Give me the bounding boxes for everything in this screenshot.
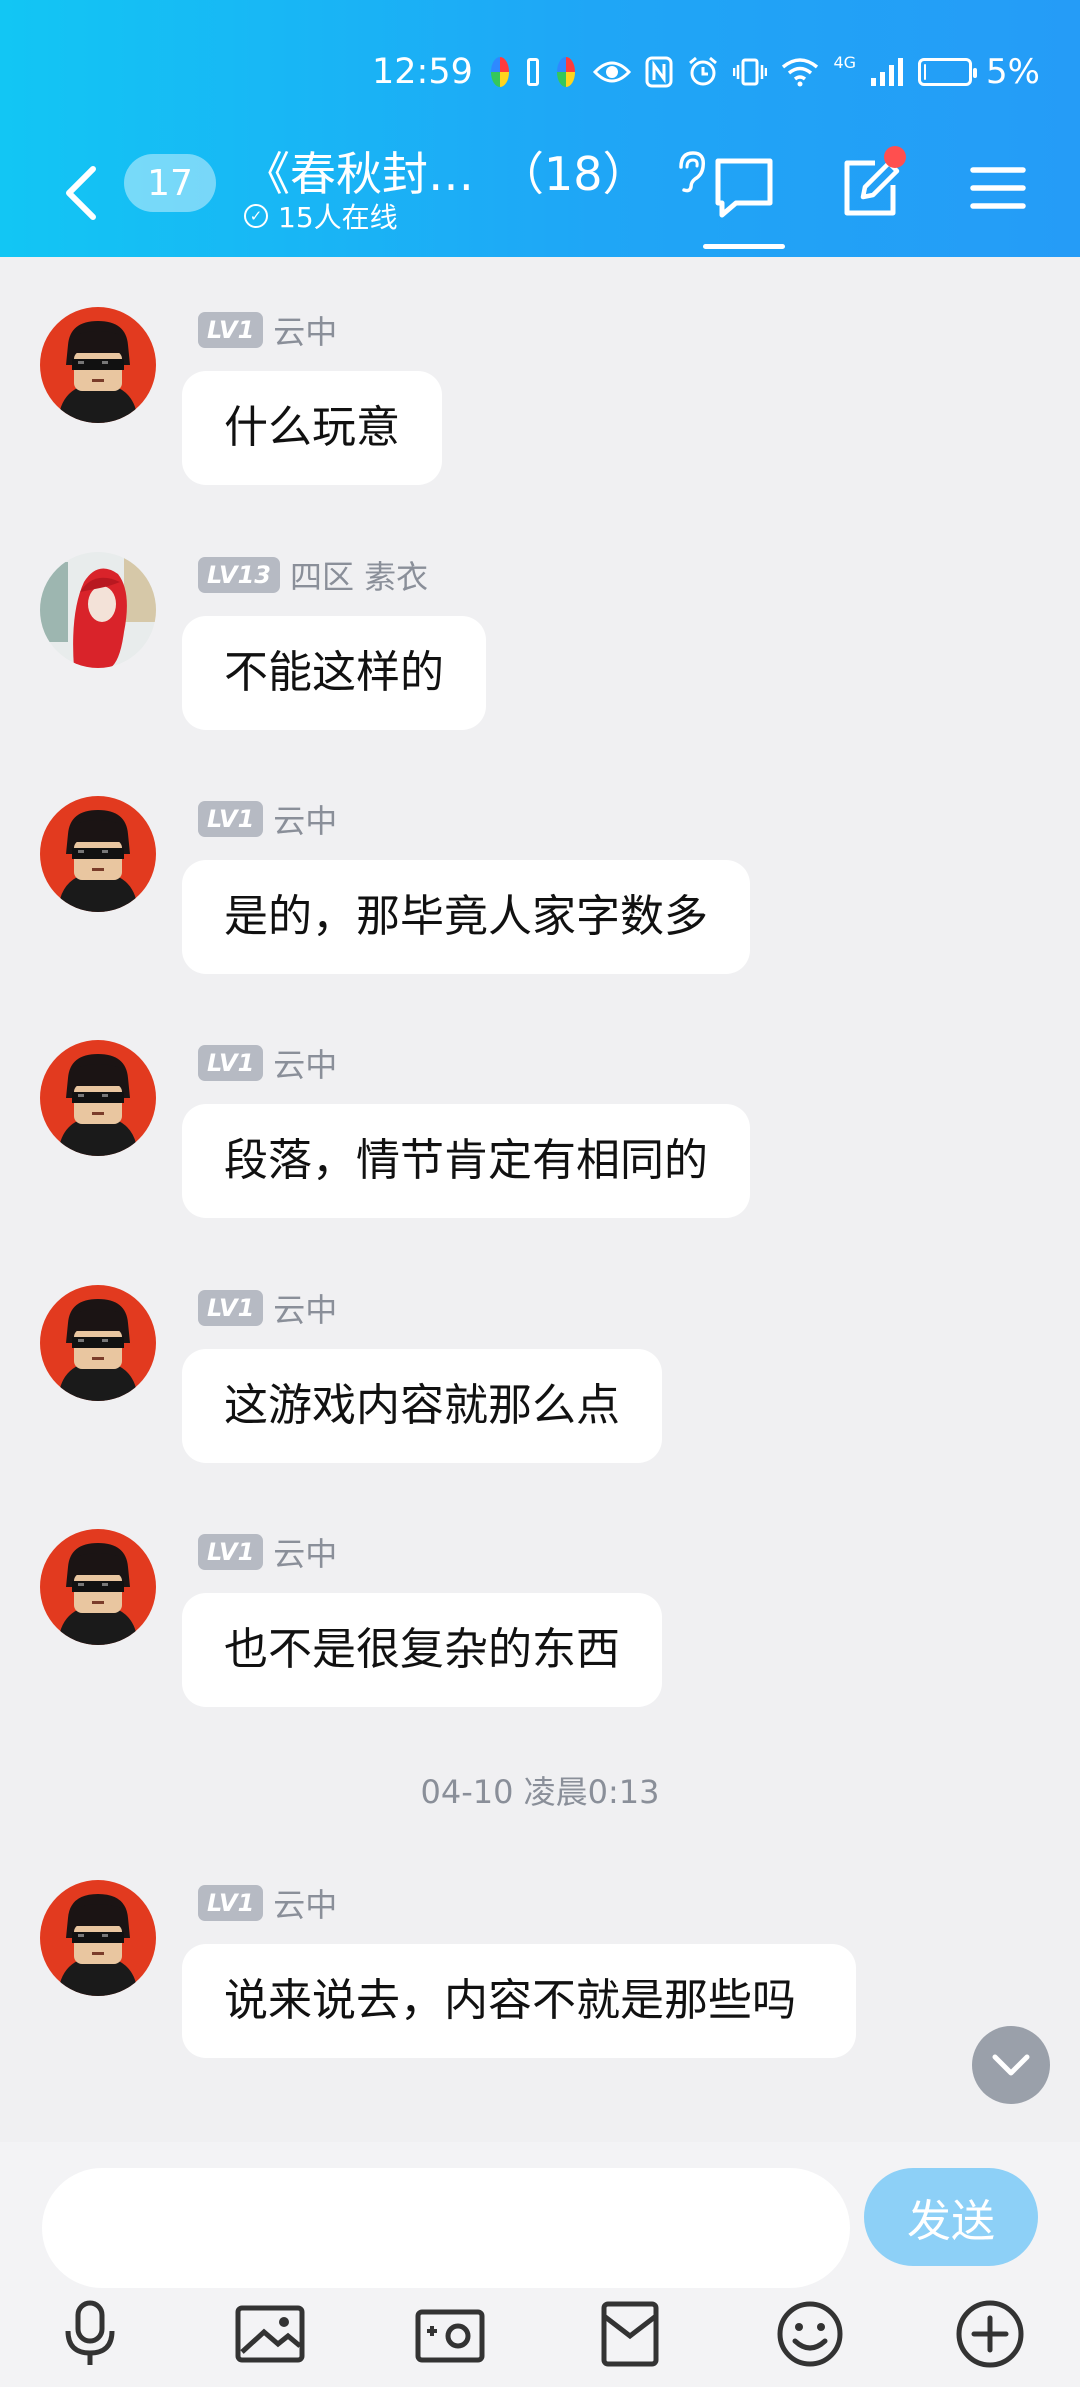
network-type: 4G [833, 52, 857, 72]
level-badge: LV1 [198, 1290, 264, 1326]
app-notification-icon-2 [557, 57, 576, 87]
message-bubble[interactable]: 不能这样的 [182, 616, 486, 730]
camera-button[interactable] [410, 2294, 490, 2374]
back-button[interactable] [56, 158, 106, 228]
battery-icon [918, 58, 978, 86]
group-name: 《春秋封… [244, 147, 474, 201]
avatar-pixel-sunglasses [40, 307, 156, 423]
avatar-pixel-sunglasses [40, 1040, 156, 1156]
level-badge: LV1 [198, 1534, 264, 1570]
avatar[interactable] [40, 1529, 156, 1645]
message-bubble[interactable]: 段落，情节肯定有相同的 [182, 1104, 750, 1218]
online-status: ✓ 15人在线 [244, 196, 398, 236]
avatar-pixel-sunglasses [40, 1880, 156, 1996]
eye-icon [593, 61, 632, 83]
message-input[interactable] [42, 2168, 850, 2288]
alarm-icon [689, 56, 718, 86]
plus-icon [956, 2300, 1024, 2368]
notification-dot [884, 146, 906, 168]
avatar-pixel-sunglasses [40, 796, 156, 912]
emoji-icon [777, 2301, 843, 2367]
emoji-button[interactable] [770, 2294, 850, 2374]
composer-area: 发送 [0, 2142, 1080, 2387]
wifi-icon [782, 58, 819, 87]
message-list[interactable]: LV1 云中 什么玩意 LV13 四区 素衣 不能这样的 LV1 云中 是的，那毕竟人家字数多 L… [0, 257, 1080, 2142]
status-bar: 12:59 4G 5% [372, 48, 1040, 96]
sender-name[interactable]: 云中 [273, 1040, 337, 1086]
more-button[interactable] [950, 2294, 1030, 2374]
image-icon [235, 2305, 305, 2363]
microphone-icon [65, 2300, 115, 2365]
level-badge: LV1 [198, 1045, 264, 1081]
battery-percent: 5% [986, 52, 1040, 92]
send-button[interactable]: 发送 [864, 2168, 1038, 2266]
active-tab-indicator [703, 244, 785, 249]
avatar[interactable] [40, 307, 156, 423]
member-count: （18） [498, 147, 649, 201]
avatar[interactable] [40, 1880, 156, 1996]
app-notification-icon [490, 57, 510, 87]
level-badge: LV1 [198, 801, 264, 837]
avatar[interactable] [40, 1285, 156, 1401]
chat-tab-button[interactable] [708, 152, 780, 224]
chevron-down-icon [992, 2054, 1030, 2076]
avatar-pixel-sunglasses [40, 1285, 156, 1401]
group-title[interactable]: 《春秋封… （18） [244, 138, 707, 204]
avatar[interactable] [40, 796, 156, 912]
online-count: 15人在线 [278, 201, 398, 234]
sender-info: LV1 云中 [198, 1529, 337, 1575]
ear-icon [678, 151, 705, 193]
chat-header: 12:59 4G 5% 17 《春秋封… （18） ✓ 15人在线 [0, 0, 1080, 257]
check-circle-icon: ✓ [244, 204, 268, 228]
battery-saver-icon [527, 58, 540, 86]
scroll-to-bottom-button[interactable] [972, 2026, 1050, 2104]
sender-name[interactable]: 云中 [273, 1529, 337, 1575]
signal-icon [871, 58, 904, 86]
sender-info: LV1 云中 [198, 796, 337, 842]
sender-name[interactable]: 云中 [273, 1285, 337, 1331]
level-badge: LV1 [198, 1885, 264, 1921]
sender-name[interactable]: 云中 [273, 796, 337, 842]
vibrate-icon [733, 58, 768, 86]
message-bubble[interactable]: 是的，那毕竟人家字数多 [182, 860, 750, 974]
message-bubble[interactable]: 这游戏内容就那么点 [182, 1349, 662, 1463]
avatar-red-hair [40, 552, 156, 668]
sender-info: LV1 云中 [198, 1040, 337, 1086]
sender-info: LV1 云中 [198, 307, 337, 353]
chevron-left-icon [66, 166, 96, 220]
input-toolbar [0, 2292, 1080, 2382]
sender-name[interactable]: 云中 [273, 1880, 337, 1926]
message-bubble[interactable]: 什么玩意 [182, 371, 442, 485]
menu-button[interactable] [962, 152, 1034, 224]
sender-name[interactable]: 四区 素衣 [290, 552, 428, 598]
sender-info: LV13 四区 素衣 [198, 552, 428, 598]
nav-row: 17 《春秋封… （18） ✓ 15人在线 [0, 138, 1080, 249]
sender-info: LV1 云中 [198, 1285, 337, 1331]
sender-name[interactable]: 云中 [273, 307, 337, 353]
level-badge: LV13 [198, 557, 280, 593]
camera-icon [415, 2309, 485, 2363]
avatar-pixel-sunglasses [40, 1529, 156, 1645]
message-timestamp: 04-10 凌晨0:13 [420, 1773, 660, 1811]
edit-button[interactable] [834, 146, 906, 224]
status-time: 12:59 [372, 52, 473, 92]
level-badge: LV1 [198, 312, 264, 348]
sender-info: LV1 云中 [198, 1880, 337, 1926]
voice-button[interactable] [50, 2294, 130, 2374]
avatar[interactable] [40, 552, 156, 668]
red-packet-button[interactable] [590, 2294, 670, 2374]
chat-bubble-icon [715, 158, 773, 218]
red-packet-icon [601, 2301, 659, 2367]
message-bubble[interactable]: 说来说去，内容不就是那些吗 [182, 1944, 856, 2058]
image-button[interactable] [230, 2294, 310, 2374]
nfc-icon [645, 56, 673, 88]
message-bubble[interactable]: 也不是很复杂的东西 [182, 1593, 662, 1707]
avatar[interactable] [40, 1040, 156, 1156]
unread-count-badge[interactable]: 17 [124, 154, 216, 212]
menu-icon [970, 167, 1026, 209]
battery-level [924, 64, 927, 80]
